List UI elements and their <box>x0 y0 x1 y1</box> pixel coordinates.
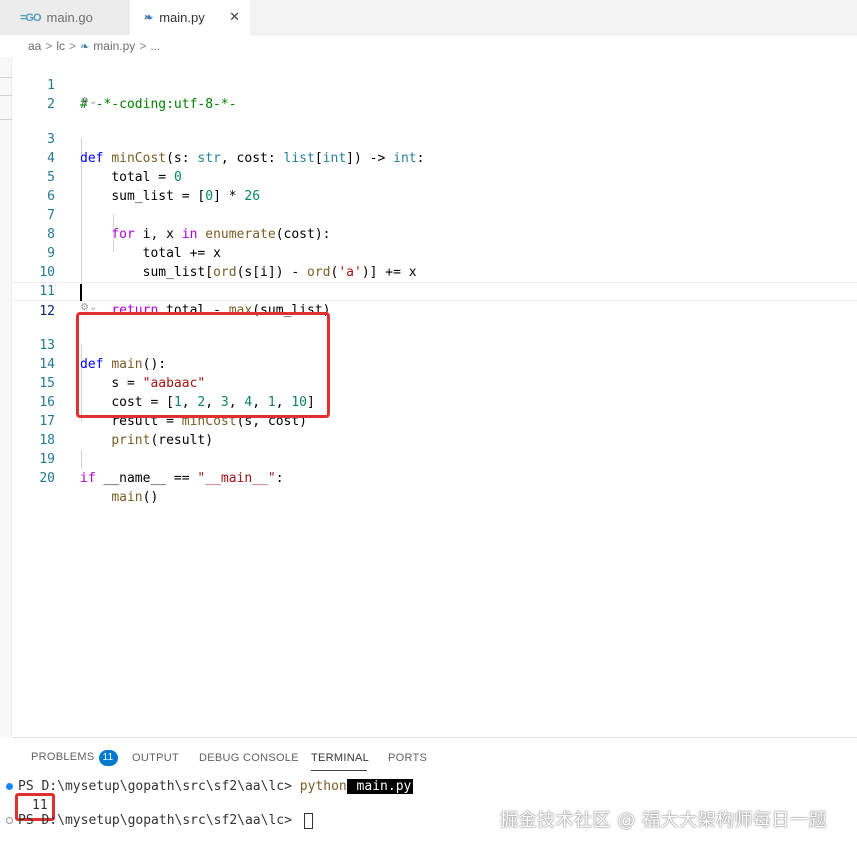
python-file-icon: ❧ <box>80 40 90 53</box>
strip-divider <box>0 119 12 120</box>
tab-main-go[interactable]: =GO main.go <box>0 0 130 35</box>
code-line: 5 sum_list = [0] * 26 <box>12 149 857 204</box>
strip-divider <box>0 95 12 96</box>
tab-terminal[interactable]: TERMINAL <box>311 752 369 764</box>
breadcrumb-item-aa[interactable]: aa <box>28 39 41 53</box>
code-text: main() <box>111 490 159 505</box>
text-cursor <box>80 284 82 301</box>
tab-label: main.py <box>159 10 205 25</box>
chevron-right-icon: > <box>45 39 53 53</box>
chevron-right-icon: > <box>69 39 77 53</box>
breadcrumb-item-lc[interactable]: lc <box>56 39 65 53</box>
code-line: 1 # -*-coding:utf-8-*- <box>12 57 857 112</box>
tab-ports[interactable]: PORTS <box>388 752 427 764</box>
active-tab-indicator <box>311 770 367 771</box>
breadcrumb-item-file[interactable]: main.py <box>93 39 135 53</box>
tab-debug-console[interactable]: DEBUG CONSOLE <box>199 752 299 764</box>
breadcrumb: aa > lc > ❧ main.py > ... <box>0 35 857 57</box>
line-number: 20 <box>39 471 55 486</box>
codelens-icon[interactable]: ⚙⌄ <box>80 96 97 112</box>
close-icon[interactable]: ✕ <box>229 9 240 25</box>
activity-strip <box>0 57 12 737</box>
chevron-right-icon: > <box>139 39 147 53</box>
code-line: 11 return total - max(sum_list) <box>12 263 857 318</box>
panel-tab-bar: PROBLEMS 11 OUTPUT DEBUG CONSOLE TERMINAL… <box>12 738 857 776</box>
current-line[interactable]: 12 <box>12 282 857 319</box>
code-line: 8 total += x <box>12 206 857 261</box>
python-file-icon: ❧ <box>144 12 154 24</box>
code-text: if __name__ == "__main__": <box>80 471 284 486</box>
code-line: 9 sum_list[ord(s[i]) - ord('a')] += x <box>12 225 857 280</box>
tab-output[interactable]: OUTPUT <box>132 752 179 764</box>
code-line: 3 def minCost(s: str, cost: list[int]) -… <box>12 111 857 166</box>
code-line: 6 <box>12 168 857 204</box>
code-line: 2 <box>12 76 857 112</box>
strip-divider <box>0 77 12 78</box>
terminal-cursor <box>303 812 313 829</box>
watermark: 掘金技术社区 @ 福大大架构师每日一题 <box>500 810 827 831</box>
terminal-command-line: PS D:\mysetup\gopath\src\sf2\aa\lc> pyth… <box>18 779 414 794</box>
code-line: 4 total = 0 <box>12 130 857 185</box>
code-line: 7 for i, x in enumerate(cost): <box>12 187 857 242</box>
tab-problems[interactable]: PROBLEMS 11 <box>31 750 118 766</box>
breadcrumb-item-symbol[interactable]: ... <box>150 39 160 53</box>
command-status-dot[interactable] <box>6 783 13 790</box>
command-status-dot[interactable] <box>6 817 13 824</box>
tab-main-py[interactable]: ❧ main.py ✕ <box>130 0 250 35</box>
tab-label: main.go <box>46 10 93 25</box>
editor-tab-bar: =GO main.go ❧ main.py ✕ <box>0 0 857 35</box>
terminal-prompt-line[interactable]: PS D:\mysetup\gopath\src\sf2\aa\lc> <box>18 812 313 830</box>
code-line: 10 <box>12 244 857 280</box>
code-line: 19 if __name__ == "__main__": <box>12 431 857 486</box>
problems-count-badge: 11 <box>98 750 118 766</box>
annotation-highlight-box <box>76 312 330 418</box>
go-file-icon: =GO <box>20 11 42 24</box>
code-line: 20 main() <box>12 450 857 505</box>
